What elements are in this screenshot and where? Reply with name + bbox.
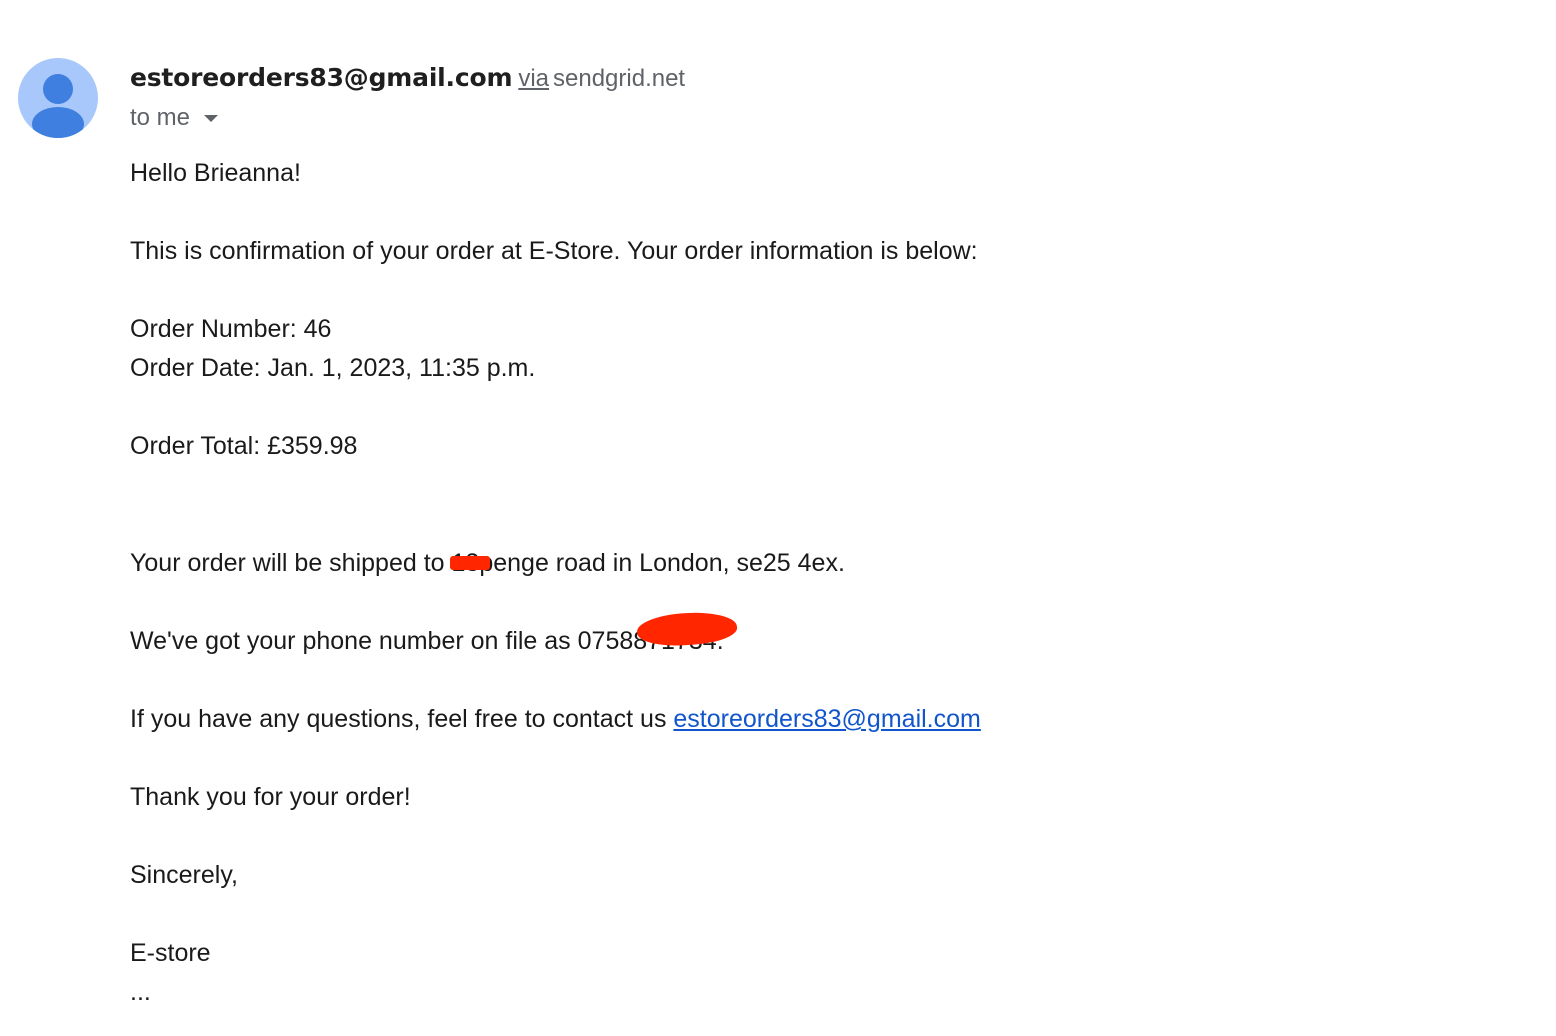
- contact-prefix: If you have any questions, feel free to …: [130, 705, 667, 733]
- phone-prefix: We've got your phone number on file as 0…: [130, 627, 648, 655]
- redacted-house-number: 13: [449, 547, 490, 579]
- thank-you: Thank you for your order!: [130, 783, 411, 811]
- redaction-mark: [449, 556, 490, 570]
- order-date: Order Date: Jan. 1, 2023, 11:35 p.m.: [130, 354, 536, 382]
- order-total: Order Total: £359.98: [130, 432, 358, 460]
- triangle-down-icon[interactable]: [196, 103, 226, 133]
- redacted-phone-digits: 71734: [636, 609, 739, 657]
- recipient-line: to me: [130, 98, 685, 138]
- closing: Sincerely,: [130, 861, 238, 889]
- shipping-suffix: penge road in London, se25 4ex.: [479, 549, 845, 577]
- contact-email-link[interactable]: estoreorders83@gmail.com: [673, 705, 980, 733]
- signature: E-store: [130, 939, 211, 967]
- sender-line: estoreorders83@gmail.com via sendgrid.net: [130, 58, 685, 98]
- phone-line: We've got your phone number on file as 0…: [130, 609, 739, 657]
- sender-avatar[interactable]: [18, 58, 98, 138]
- intro-text: This is confirmation of your order at E-…: [130, 237, 978, 265]
- via-domain: sendgrid.net: [553, 65, 686, 92]
- recipient-label: to me: [130, 104, 191, 131]
- message-header: estoreorders83@gmail.com via sendgrid.net …: [130, 58, 685, 138]
- shipping-address: Your order will be shipped to 13penge ro…: [130, 547, 845, 579]
- order-number: Order Number: 46: [130, 315, 332, 343]
- sender-email[interactable]: estoreorders83@gmail.com: [130, 63, 513, 92]
- via-link[interactable]: via: [518, 65, 549, 92]
- shipping-prefix: Your order will be shipped to: [130, 549, 445, 577]
- person-icon: [18, 58, 98, 138]
- greeting: Hello Brieanna!: [130, 159, 301, 187]
- contact-line: If you have any questions, feel free to …: [130, 703, 981, 735]
- trimmed-content-toggle[interactable]: ...: [130, 976, 151, 1008]
